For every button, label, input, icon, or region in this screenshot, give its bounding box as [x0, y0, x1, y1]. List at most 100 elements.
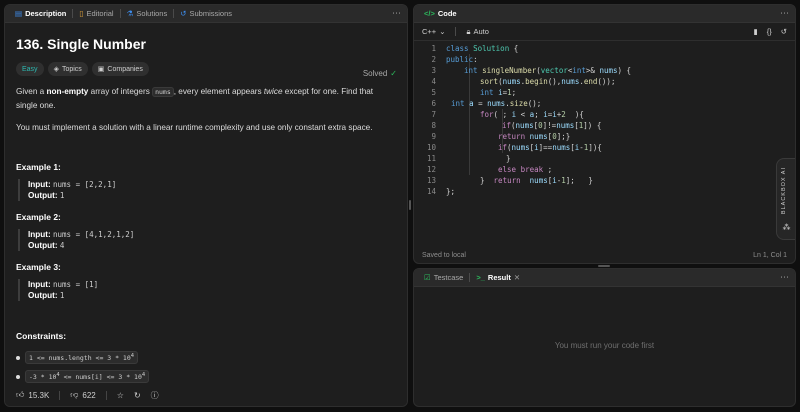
constraint-code: 1 <= nums.length <= 3 * 104: [25, 351, 139, 365]
flask-icon: ⚗: [126, 8, 134, 18]
companies-badge[interactable]: ▣ Companies: [91, 62, 149, 76]
terminal-icon: >_: [476, 272, 485, 282]
braces-icon[interactable]: {}: [767, 27, 772, 36]
auto-mode-toggle[interactable]: 🔒︎ Auto: [466, 27, 488, 37]
code-line: int i=1;: [480, 88, 517, 97]
line-number: 3: [431, 66, 436, 75]
thumbs-up-icon: 👍︎: [16, 390, 25, 399]
constraint-item: 1 <= nums.length <= 3 * 104: [16, 351, 396, 365]
more-options-icon[interactable]: ⋯: [392, 8, 401, 19]
topics-badge[interactable]: ◈ Topics: [47, 62, 88, 76]
input-label: Input:: [28, 280, 51, 289]
constraints-list: 1 <= nums.length <= 3 * 104 -3 * 104 <= …: [16, 351, 396, 384]
blackbox-ai-button[interactable]: BLACKBOX AI ⁂: [776, 158, 795, 240]
output-value: 1: [59, 191, 65, 200]
tab-divider: [72, 9, 74, 18]
solved-status: Solved ✓: [363, 69, 397, 78]
line-number: 9: [431, 132, 436, 141]
example-input: Input: nums = [1]: [28, 279, 396, 290]
text-italic: twice: [263, 87, 283, 96]
code-line: public:: [446, 55, 478, 64]
divider: [105, 390, 107, 400]
example-input: Input: nums = [4,1,2,1,2]: [28, 229, 396, 240]
blackbox-logo-icon: ⁂: [782, 223, 791, 232]
share-icon[interactable]: ↻: [134, 391, 141, 400]
code-line: for( ; i < a; i=i+2 ){: [480, 110, 584, 119]
input-value: nums = [1]: [53, 280, 99, 289]
dislike-button[interactable]: 👎︎ 622: [70, 390, 95, 400]
output-value: 4: [59, 241, 65, 250]
tab-result-label: Result: [487, 273, 511, 282]
tab-divider: [469, 273, 471, 282]
code-line: };: [446, 187, 456, 196]
line-number: 5: [431, 88, 436, 97]
tab-submissions[interactable]: ↺ Submissions: [176, 5, 236, 23]
tab-editorial[interactable]: ▯ Editorial: [75, 5, 117, 23]
line-number: 2: [431, 55, 436, 64]
output-label: Output:: [28, 241, 58, 250]
reset-icon[interactable]: ↺: [781, 27, 787, 36]
save-status: Saved to local: [422, 251, 466, 259]
close-icon[interactable]: ✕: [514, 273, 520, 282]
tab-divider: [173, 9, 175, 18]
more-options-icon[interactable]: ⋯: [780, 272, 789, 283]
result-panel: ☑ Testcase >_ Result ✕ ⋯ You must run yo…: [413, 268, 796, 407]
language-select[interactable]: C++ ⌄: [422, 27, 445, 36]
output-label: Output:: [28, 291, 58, 300]
constraints-heading: Constraints:: [16, 331, 67, 341]
cursor-position: Ln 1, Col 1: [753, 251, 787, 259]
tab-testcase-label: Testcase: [433, 273, 464, 282]
output-label: Output:: [28, 191, 58, 200]
bookmark-icon[interactable]: ▮: [754, 27, 758, 36]
tab-divider: [119, 9, 121, 18]
tab-solutions[interactable]: ⚗ Solutions: [123, 5, 172, 23]
tab-result[interactable]: >_ Result ✕: [472, 269, 524, 287]
tab-description[interactable]: ▤ Description: [11, 5, 70, 23]
tab-testcase[interactable]: ☑ Testcase: [420, 269, 467, 287]
bullet: [16, 355, 20, 360]
example-3: Example 3: Input: nums = [1] Output: 1: [16, 262, 396, 301]
code-line: return nums[0];}: [498, 132, 571, 141]
constraint-text: -3 * 10: [29, 373, 57, 382]
example-input: Input: nums = [2,2,1]: [28, 179, 396, 190]
horizontal-resize-handle[interactable]: [409, 200, 411, 210]
book-icon: ▯: [79, 8, 84, 18]
line-number: 13: [426, 176, 436, 185]
line-number: 14: [426, 187, 436, 196]
more-options-icon[interactable]: ⋯: [780, 8, 789, 19]
thumbs-down-icon: 👎︎: [70, 390, 79, 399]
history-icon: ↺: [180, 8, 187, 18]
document-icon: ▤: [15, 8, 23, 18]
mode-label: Auto: [473, 27, 489, 36]
problem-title: 136. Single Number: [16, 36, 146, 52]
text-span: array of integers: [88, 87, 153, 96]
example-heading: Example 1:: [16, 162, 61, 172]
line-number: 10: [426, 143, 436, 152]
code-brackets-icon: </>: [424, 8, 435, 18]
empty-result-message: You must run your code first: [554, 341, 655, 350]
star-icon[interactable]: ☆: [117, 391, 124, 400]
check-circle-icon: ✓: [390, 69, 397, 78]
problem-footer: 👍︎ 15.3K 👎︎ 622 ☆ ↻ ⓘ: [5, 384, 407, 406]
problem-statement: Given a non-empty array of integers nums…: [16, 85, 396, 112]
input-value: nums = [2,2,1]: [53, 180, 117, 189]
tab-code[interactable]: </> Code: [420, 5, 461, 23]
language-label: C++: [422, 27, 437, 36]
constraint-exponent: 4: [130, 353, 135, 359]
chevron-down-icon: ⌄: [439, 27, 446, 36]
line-number: 1: [431, 44, 436, 53]
like-button[interactable]: 👍︎ 15.3K: [16, 390, 49, 400]
blackbox-label: BLACKBOX AI: [781, 167, 787, 215]
code-panel: </> Code ⋯ C++ ⌄ 🔒︎ Auto ▮ {} ↺ 1234567891…: [413, 4, 796, 264]
problem-tabbar: ▤ Description ▯ Editorial ⚗ Solutions ↺ …: [5, 5, 407, 23]
vertical-resize-handle[interactable]: [598, 265, 610, 267]
constraint-text: 1 <= nums.length <= 3 * 10: [29, 354, 131, 363]
tab-description-label: Description: [25, 9, 67, 18]
example-heading: Example 2:: [16, 212, 61, 222]
divider: [59, 390, 61, 400]
companies-label: Companies: [107, 65, 143, 73]
help-icon[interactable]: ⓘ: [151, 390, 159, 401]
code-editor[interactable]: 1 2 3 4 5 6 7 8 9 10 11 12 13 14 class Solution { pub…: [414, 41, 795, 241]
editor-actions: ▮ {} ↺: [754, 27, 787, 36]
tab-editorial-label: Editorial: [86, 9, 114, 18]
